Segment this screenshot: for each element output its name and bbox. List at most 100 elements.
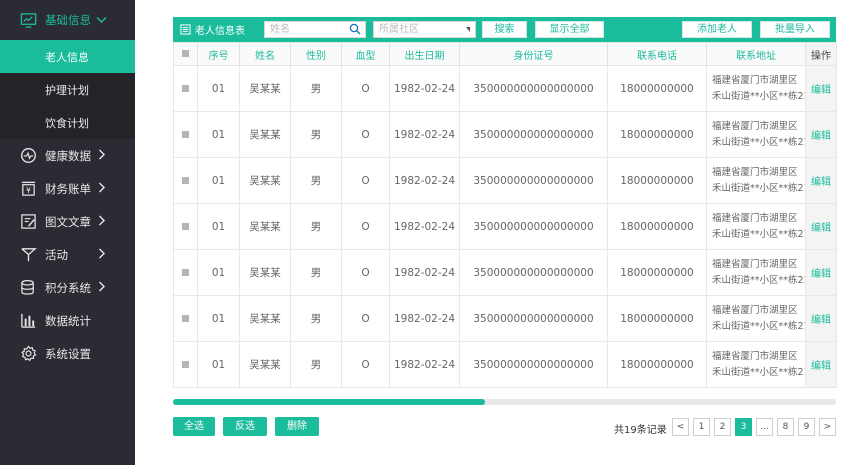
address-line-1: 福建省厦门市湖里区	[712, 74, 798, 86]
address-line-2: 禾山街道**小区**栋21	[712, 320, 806, 332]
sidebar-item-basic-info[interactable]: 基础信息	[0, 0, 135, 40]
cell-birth: 1982-02-24	[389, 157, 460, 204]
table-row: 01 吴某某男 O 1982-02-24 350000000000000000 18000…	[173, 65, 837, 112]
yen-icon: ¥	[20, 180, 37, 197]
page-button-9[interactable]: 9	[798, 418, 815, 436]
sidebar-subitem-diet-plan[interactable]: 饮食计划	[0, 106, 135, 139]
row-checkbox-cell[interactable]	[173, 65, 198, 112]
cell-blood: O	[341, 249, 390, 296]
sidebar-item-settings[interactable]: 系统设置	[0, 337, 135, 370]
cell-address: 福建省厦门市湖里区 禾山街道**小区**栋21	[706, 111, 806, 158]
sidebar-submenu: 老人信息 护理计划 饮食计划	[0, 40, 135, 139]
cell-blood: O	[341, 111, 390, 158]
cell-id: 350000000000000000	[459, 157, 608, 204]
row-checkbox[interactable]	[182, 360, 189, 368]
cell-gender: 男	[290, 249, 342, 296]
page-next-button[interactable]: >	[819, 418, 836, 436]
flag-icon	[20, 246, 37, 263]
sidebar-item-activity[interactable]: 活动	[0, 238, 135, 271]
sidebar-item-points[interactable]: 积分系统	[0, 271, 135, 304]
address-line-1: 福建省厦门市湖里区	[712, 350, 798, 362]
cell-gender: 男	[290, 65, 342, 112]
chevron-down-icon	[96, 14, 107, 27]
page-button-8[interactable]: 8	[777, 418, 794, 436]
community-select-placeholder: 所属社区	[379, 24, 419, 35]
row-checkbox-cell[interactable]	[173, 295, 198, 342]
table-row: 01 吴某某男 O 1982-02-24 350000000000000000 18000…	[173, 295, 837, 342]
invert-selection-button[interactable]: 反选	[223, 417, 267, 436]
chevron-right-icon	[98, 182, 105, 196]
monitor-icon	[20, 12, 37, 29]
page-button-3[interactable]: 3	[735, 418, 752, 436]
header-checkbox[interactable]	[182, 49, 189, 57]
cell-no: 01	[197, 157, 240, 204]
horizontal-scrollbar[interactable]	[173, 399, 836, 405]
table-row: 01 吴某某男 O 1982-02-24 350000000000000000 18000…	[173, 249, 837, 296]
row-checkbox[interactable]	[182, 222, 189, 230]
edit-link[interactable]: 编辑	[805, 249, 837, 296]
svg-text:¥: ¥	[26, 186, 31, 195]
cell-gender: 男	[290, 341, 342, 388]
cell-blood: O	[341, 295, 390, 342]
edit-link[interactable]: 编辑	[805, 203, 837, 250]
delete-button[interactable]: 删除	[275, 417, 319, 436]
cell-address: 福建省厦门市湖里区 禾山街道**小区**栋21	[706, 341, 806, 388]
edit-link[interactable]: 编辑	[805, 295, 837, 342]
cell-gender: 男	[290, 203, 342, 250]
cell-birth: 1982-02-24	[389, 249, 460, 296]
show-all-button[interactable]: 显示全部	[535, 21, 604, 38]
name-search-input[interactable]: 姓名	[264, 21, 366, 38]
sidebar: 基础信息 老人信息 护理计划 饮食计划 健康数据 ¥ 财务账单 图文文章 活动 …	[0, 0, 135, 465]
edit-link[interactable]: 编辑	[805, 341, 837, 388]
address-line-2: 禾山街道**小区**栋21	[712, 366, 806, 378]
row-checkbox[interactable]	[182, 314, 189, 322]
row-checkbox[interactable]	[182, 84, 189, 92]
cell-no: 01	[197, 65, 240, 112]
row-checkbox[interactable]	[182, 176, 189, 184]
cell-birth: 1982-02-24	[389, 203, 460, 250]
table-row: 01 吴某某男 O 1982-02-24 350000000000000000 18000…	[173, 341, 837, 388]
header-checkbox-cell[interactable]	[173, 42, 198, 66]
address-line-2: 禾山街道**小区**栋21	[712, 228, 806, 240]
table-header-row: 序号 姓名 性别 血型 出生日期 身份证号 联系电话 联系地址 操作	[173, 42, 837, 66]
community-select[interactable]: 所属社区	[373, 21, 476, 38]
cell-name: 吴某某	[239, 65, 291, 112]
cell-id: 350000000000000000	[459, 295, 608, 342]
sidebar-item-statistics[interactable]: 数据统计	[0, 304, 135, 337]
header-phone: 联系电话	[607, 42, 707, 66]
row-checkbox-cell[interactable]	[173, 203, 198, 250]
batch-import-button[interactable]: 批量导入	[760, 21, 830, 38]
row-checkbox[interactable]	[182, 268, 189, 276]
search-button[interactable]: 搜索	[482, 21, 527, 38]
cell-blood: O	[341, 341, 390, 388]
select-all-button[interactable]: 全选	[173, 417, 215, 436]
main-content: 老人信息表 姓名 所属社区 搜索 显示全部 添加老人 批量导入 序号 姓名 性别…	[173, 17, 837, 388]
edit-link[interactable]: 编辑	[805, 65, 837, 112]
sidebar-item-label: 积分系统	[45, 280, 91, 295]
page-prev-button[interactable]: <	[672, 418, 689, 436]
row-checkbox-cell[interactable]	[173, 157, 198, 204]
address-line-2: 禾山街道**小区**栋21	[712, 90, 806, 102]
sidebar-item-finance[interactable]: ¥ 财务账单	[0, 172, 135, 205]
cell-no: 01	[197, 203, 240, 250]
row-checkbox[interactable]	[182, 130, 189, 138]
sidebar-item-health[interactable]: 健康数据	[0, 139, 135, 172]
add-elderly-button[interactable]: 添加老人	[682, 21, 752, 38]
address-line-2: 禾山街道**小区**栋21	[712, 182, 806, 194]
row-checkbox-cell[interactable]	[173, 111, 198, 158]
row-checkbox-cell[interactable]	[173, 249, 198, 296]
header-address: 联系地址	[706, 42, 806, 66]
page-button-1[interactable]: 1	[693, 418, 710, 436]
page-button-2[interactable]: 2	[714, 418, 731, 436]
search-icon[interactable]	[349, 23, 361, 35]
scrollbar-thumb[interactable]	[173, 399, 485, 405]
sidebar-item-articles[interactable]: 图文文章	[0, 205, 135, 238]
header-name: 姓名	[239, 42, 291, 66]
row-checkbox-cell[interactable]	[173, 341, 198, 388]
sidebar-subitem-care-plan[interactable]: 护理计划	[0, 73, 135, 106]
sidebar-subitem-elderly-info[interactable]: 老人信息	[0, 40, 135, 73]
cell-address: 福建省厦门市湖里区 禾山街道**小区**栋21	[706, 157, 806, 204]
edit-link[interactable]: 编辑	[805, 157, 837, 204]
edit-link[interactable]: 编辑	[805, 111, 837, 158]
cell-phone: 18000000000	[607, 157, 707, 204]
